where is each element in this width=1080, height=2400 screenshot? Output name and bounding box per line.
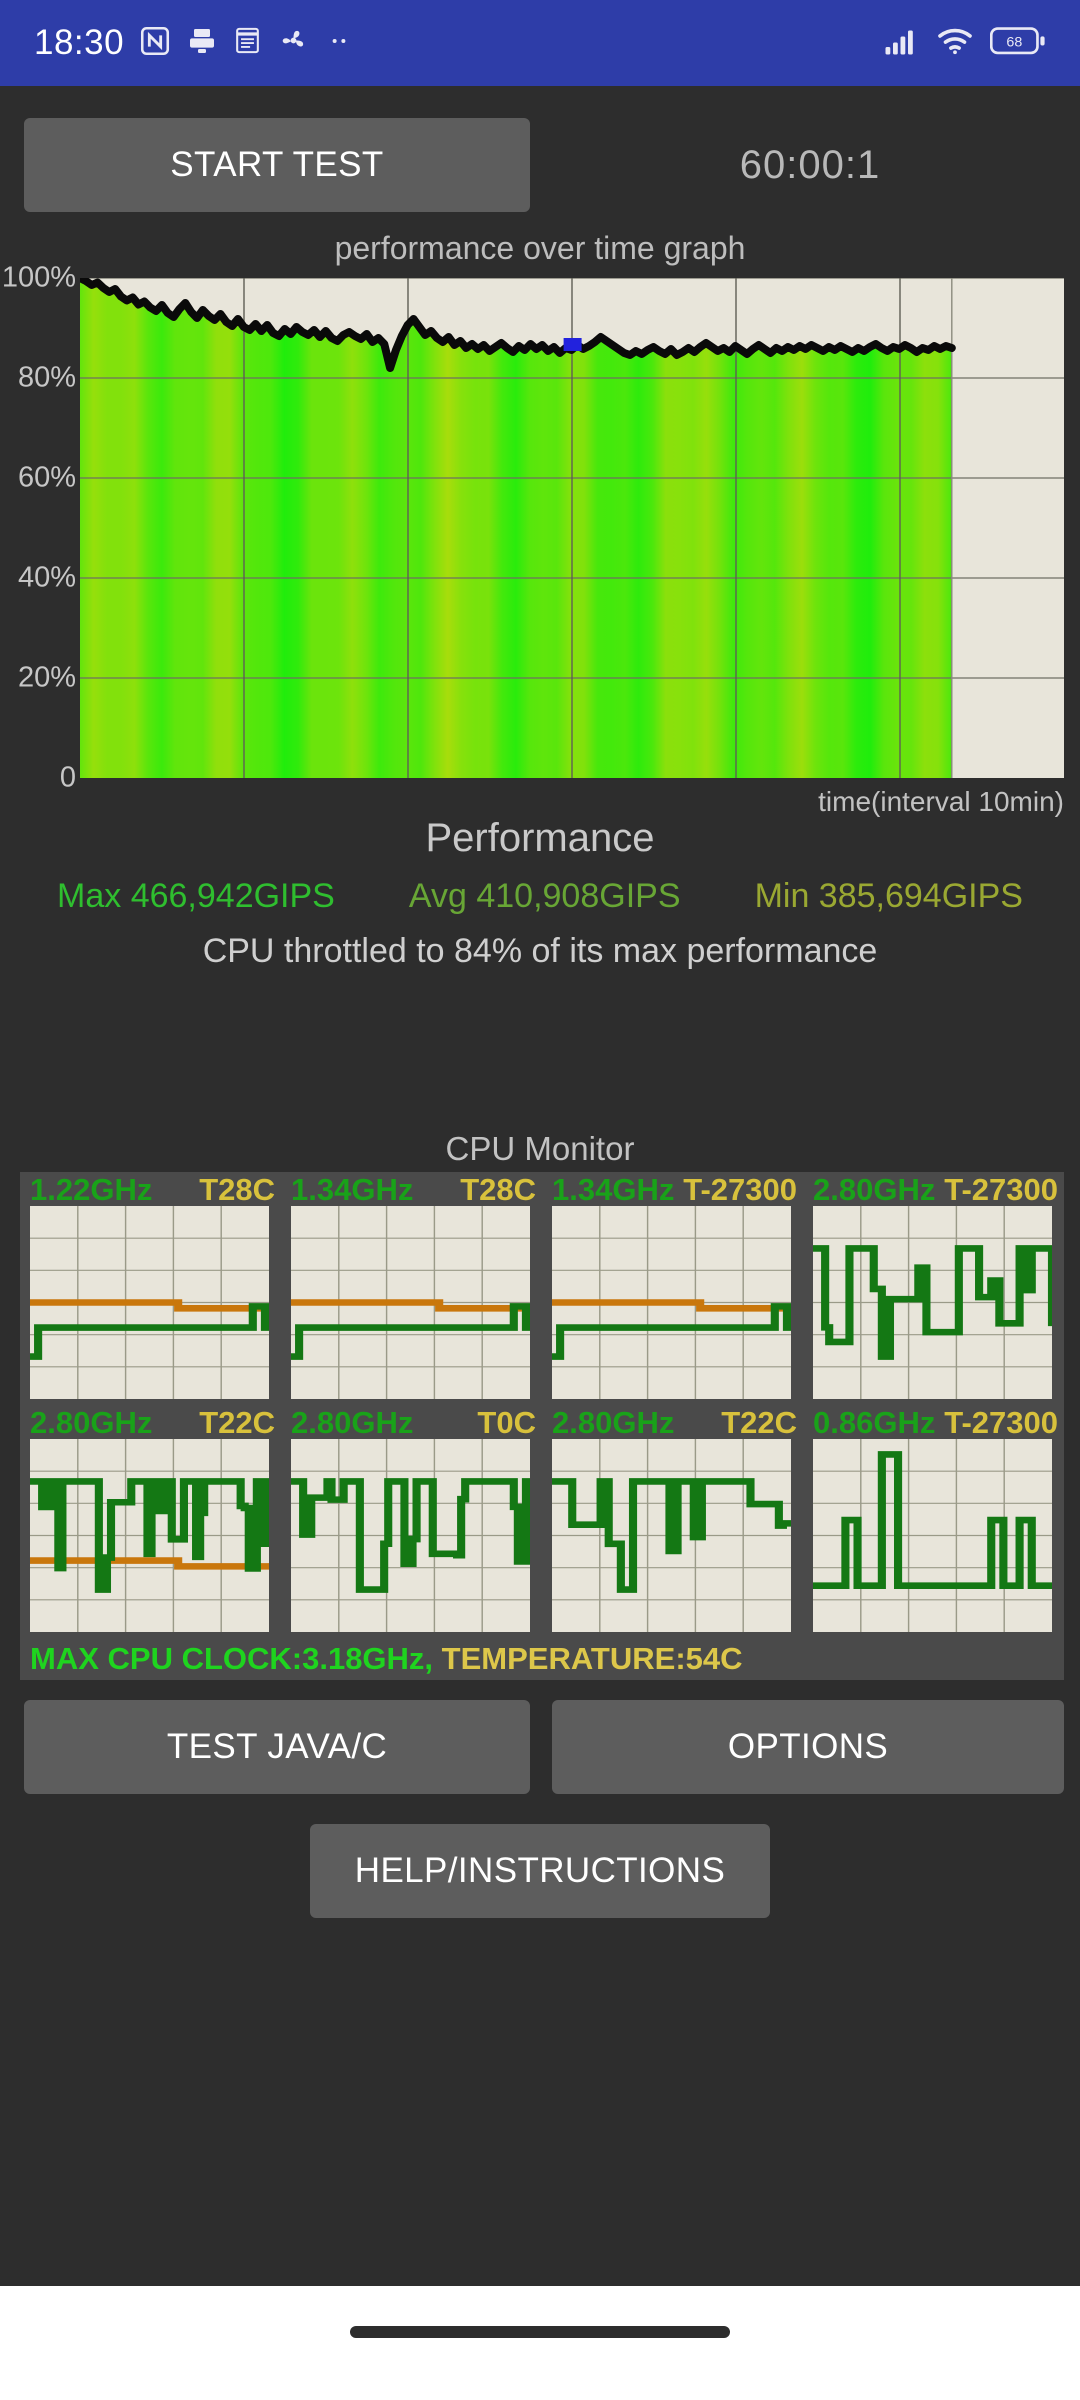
wifi-icon: [936, 26, 974, 61]
cpu-core-8: 0.86GHz T-27300: [803, 1405, 1064, 1638]
cpu-core-header: 2.80GHz T0C: [291, 1405, 536, 1440]
cpu-core-4: 2.80GHz T-27300: [803, 1172, 1064, 1405]
cpu-core-grid: 1.22GHz T28C 1.34GHz T28C 1.34GHz T-27300 2.80…: [20, 1172, 1064, 1638]
cpu-core-frequency: 1.34GHz: [291, 1172, 414, 1207]
cpu-core-header: 2.80GHz T-27300: [813, 1172, 1058, 1207]
app-screen: 18:30 68 START TEST 60:00:1 performance …: [0, 0, 1080, 2400]
start-test-button[interactable]: START TEST: [24, 118, 530, 212]
performance-chart: performance over time graph 100% 80% 60%…: [0, 230, 1080, 817]
cpu-monitor-footer: MAX CPU CLOCK:3.18GHz, TEMPERATURE:54C: [20, 1638, 1064, 1680]
home-indicator[interactable]: [350, 2326, 730, 2338]
battery-level: 68: [1006, 34, 1022, 50]
cpu-core-3: 1.34GHz T-27300: [542, 1172, 803, 1405]
cpu-core-temperature: T22C: [721, 1405, 797, 1440]
chart-plot-area[interactable]: [80, 278, 1064, 778]
cpu-core-graph: [552, 1206, 791, 1399]
cpu-core-2: 1.34GHz T28C: [281, 1172, 542, 1405]
cpu-core-graph: [813, 1206, 1052, 1399]
cpu-core-temperature: T0C: [477, 1405, 536, 1440]
cpu-core-frequency: 0.86GHz: [813, 1405, 936, 1440]
cpu-core-header: 1.22GHz T28C: [30, 1172, 275, 1207]
test-java-c-button[interactable]: TEST JAVA/C: [24, 1700, 530, 1794]
temperature-label: TEMPERATURE:54C: [441, 1641, 743, 1676]
nfc-icon: [138, 24, 172, 63]
cpu-core-temperature: T28C: [460, 1172, 536, 1207]
y-tick-40: 40%: [17, 561, 76, 594]
performance-summary: Performance Max 466,942GIPS Avg 410,908G…: [0, 816, 1080, 971]
options-button[interactable]: OPTIONS: [552, 1700, 1064, 1794]
cpu-core-graph: [291, 1206, 530, 1399]
top-controls: START TEST 60:00:1: [0, 118, 1080, 212]
performance-stats: Max 466,942GIPS Avg 410,908GIPS Min 385,…: [0, 877, 1080, 916]
cpu-core-temperature: T-27300: [944, 1405, 1058, 1440]
cpu-core-frequency: 1.22GHz: [30, 1172, 153, 1207]
performance-title: Performance: [425, 816, 655, 860]
cpu-core-frequency: 2.80GHz: [552, 1405, 675, 1440]
y-tick-80: 80%: [17, 361, 76, 394]
performance-max: Max 466,942GIPS: [57, 877, 335, 915]
cpu-core-frequency: 2.80GHz: [291, 1405, 414, 1440]
cpu-core-temperature: T22C: [199, 1405, 275, 1440]
system-nav-bar: [0, 2286, 1080, 2400]
status-bar-left: 18:30: [34, 23, 354, 63]
y-tick-20: 20%: [17, 661, 76, 694]
notepad-icon: [232, 25, 263, 61]
scanner-icon: [186, 25, 218, 62]
performance-min: Min 385,694GIPS: [754, 877, 1023, 915]
cpu-core-graph: [30, 1439, 269, 1632]
cpu-core-header: 1.34GHz T28C: [291, 1172, 536, 1207]
status-clock: 18:30: [34, 23, 125, 62]
cpu-core-1: 1.22GHz T28C: [20, 1172, 281, 1405]
cpu-core-frequency: 1.34GHz: [552, 1172, 675, 1207]
cpu-core-temperature: T-27300: [944, 1172, 1058, 1207]
chart-title: performance over time graph: [334, 230, 746, 266]
more-dots-icon: [324, 26, 354, 61]
cpu-core-graph: [552, 1439, 791, 1632]
cpu-core-graph: [813, 1439, 1052, 1632]
cpu-monitor-panel: 1.22GHz T28C 1.34GHz T28C 1.34GHz T-27300 2.80…: [20, 1172, 1064, 1680]
cpu-core-graph: [291, 1439, 530, 1632]
fan-icon: [277, 24, 310, 62]
cpu-core-frequency: 2.80GHz: [813, 1172, 936, 1207]
status-bar-right: 68: [884, 26, 1046, 61]
y-tick-60: 60%: [17, 461, 76, 494]
max-cpu-clock-label: MAX CPU CLOCK:3.18GHz,: [30, 1641, 434, 1676]
cpu-core-frequency: 2.80GHz: [30, 1405, 153, 1440]
cpu-core-temperature: T28C: [199, 1172, 275, 1207]
cpu-core-6: 2.80GHz T0C: [281, 1405, 542, 1638]
timer-display: 60:00:1: [739, 142, 881, 187]
status-bar: 18:30 68: [0, 0, 1080, 86]
cpu-core-5: 2.80GHz T22C: [20, 1405, 281, 1638]
y-tick-0: 0: [59, 761, 76, 794]
signal-icon: [884, 26, 920, 61]
cpu-core-temperature: T-27300: [683, 1172, 797, 1207]
cpu-core-7: 2.80GHz T22C: [542, 1405, 803, 1638]
cpu-core-header: 2.80GHz T22C: [30, 1405, 275, 1440]
cpu-core-header: 2.80GHz T22C: [552, 1405, 797, 1440]
cpu-monitor-title: CPU Monitor: [445, 1130, 635, 1167]
cpu-core-header: 1.34GHz T-27300: [552, 1172, 797, 1207]
cpu-core-header: 0.86GHz T-27300: [813, 1405, 1058, 1440]
performance-avg: Avg 410,908GIPS: [408, 877, 681, 915]
y-tick-100: 100%: [1, 261, 76, 294]
chart-x-axis-label: time(interval 10min): [818, 786, 1064, 817]
help-instructions-button[interactable]: HELP/INSTRUCTIONS: [310, 1824, 770, 1918]
cpu-core-graph: [30, 1206, 269, 1399]
throttle-message: CPU throttled to 84% of its max performa…: [202, 932, 878, 970]
chart-svg: [80, 278, 1064, 778]
battery-icon: 68: [989, 26, 1046, 61]
